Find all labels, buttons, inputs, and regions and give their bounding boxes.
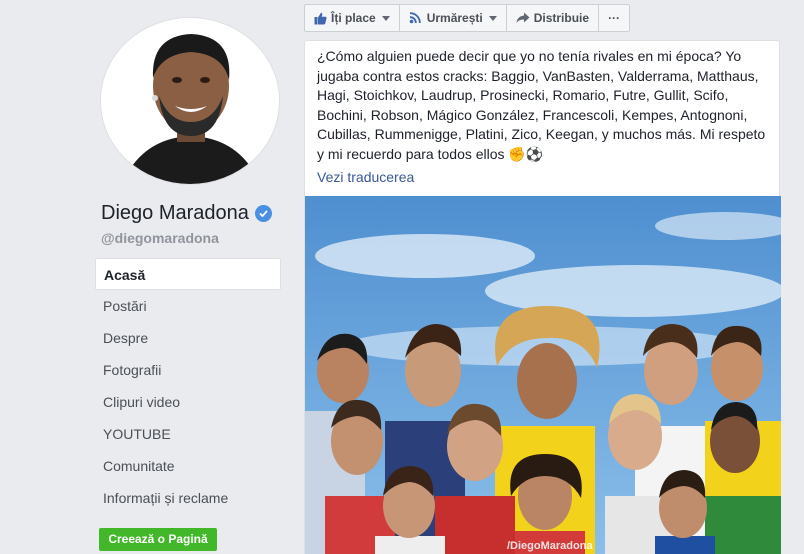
nav-item-videos[interactable]: Clipuri video xyxy=(95,386,281,418)
football-players-collage-illustration xyxy=(305,196,781,554)
like-button[interactable]: Îți place xyxy=(305,5,400,31)
left-column: Diego Maradona @diegomaradona Acasă Post… xyxy=(0,0,292,554)
more-dots-icon: ··· xyxy=(608,11,621,25)
nav-item-photos[interactable]: Fotografii xyxy=(95,354,281,386)
nav-item-youtube[interactable]: YOUTUBE xyxy=(95,418,281,450)
page-action-bar: Îți place Urmărești Distribuie ··· xyxy=(304,4,631,32)
nav-item-community[interactable]: Comunitate xyxy=(95,450,281,482)
follow-label: Urmărești xyxy=(426,11,483,25)
rss-follow-icon xyxy=(409,12,421,24)
chevron-down-icon xyxy=(488,15,497,21)
nav-item-about[interactable]: Despre xyxy=(95,322,281,354)
see-translation-link[interactable]: Vezi traducerea xyxy=(317,169,414,185)
verified-badge-icon xyxy=(254,205,272,222)
create-page-button[interactable]: Creează o Pagină xyxy=(99,528,217,551)
profile-photo-illustration xyxy=(101,18,279,184)
more-options-button[interactable]: ··· xyxy=(599,5,629,31)
post-image[interactable]: /DiegoMaradona xyxy=(305,196,781,554)
page-name-text[interactable]: Diego Maradona xyxy=(101,202,249,225)
right-gutter xyxy=(796,0,804,554)
profile-picture[interactable] xyxy=(100,17,280,185)
share-label: Distribuie xyxy=(533,11,590,25)
page-handle[interactable]: @diegomaradona xyxy=(101,230,219,246)
page-title[interactable]: Diego Maradona xyxy=(101,202,272,225)
image-watermark: /DiegoMaradona xyxy=(507,540,593,552)
chevron-down-icon xyxy=(381,15,390,21)
nav-item-posts[interactable]: Postări xyxy=(95,290,281,322)
page-nav: Acasă Postări Despre Fotografii Clipuri … xyxy=(95,258,281,514)
share-arrow-icon xyxy=(516,12,530,23)
nav-item-home[interactable]: Acasă xyxy=(95,258,281,290)
like-label: Îți place xyxy=(331,11,376,25)
thumbs-up-icon xyxy=(314,12,327,24)
post-text: ¿Cómo alguien puede decir que yo no tení… xyxy=(317,48,766,162)
post-card: ¿Cómo alguien puede decir que yo no tení… xyxy=(304,40,781,554)
follow-button[interactable]: Urmărești xyxy=(400,5,507,31)
share-button[interactable]: Distribuie xyxy=(507,5,600,31)
nav-item-info-and-ads[interactable]: Informații și reclame xyxy=(95,482,281,514)
